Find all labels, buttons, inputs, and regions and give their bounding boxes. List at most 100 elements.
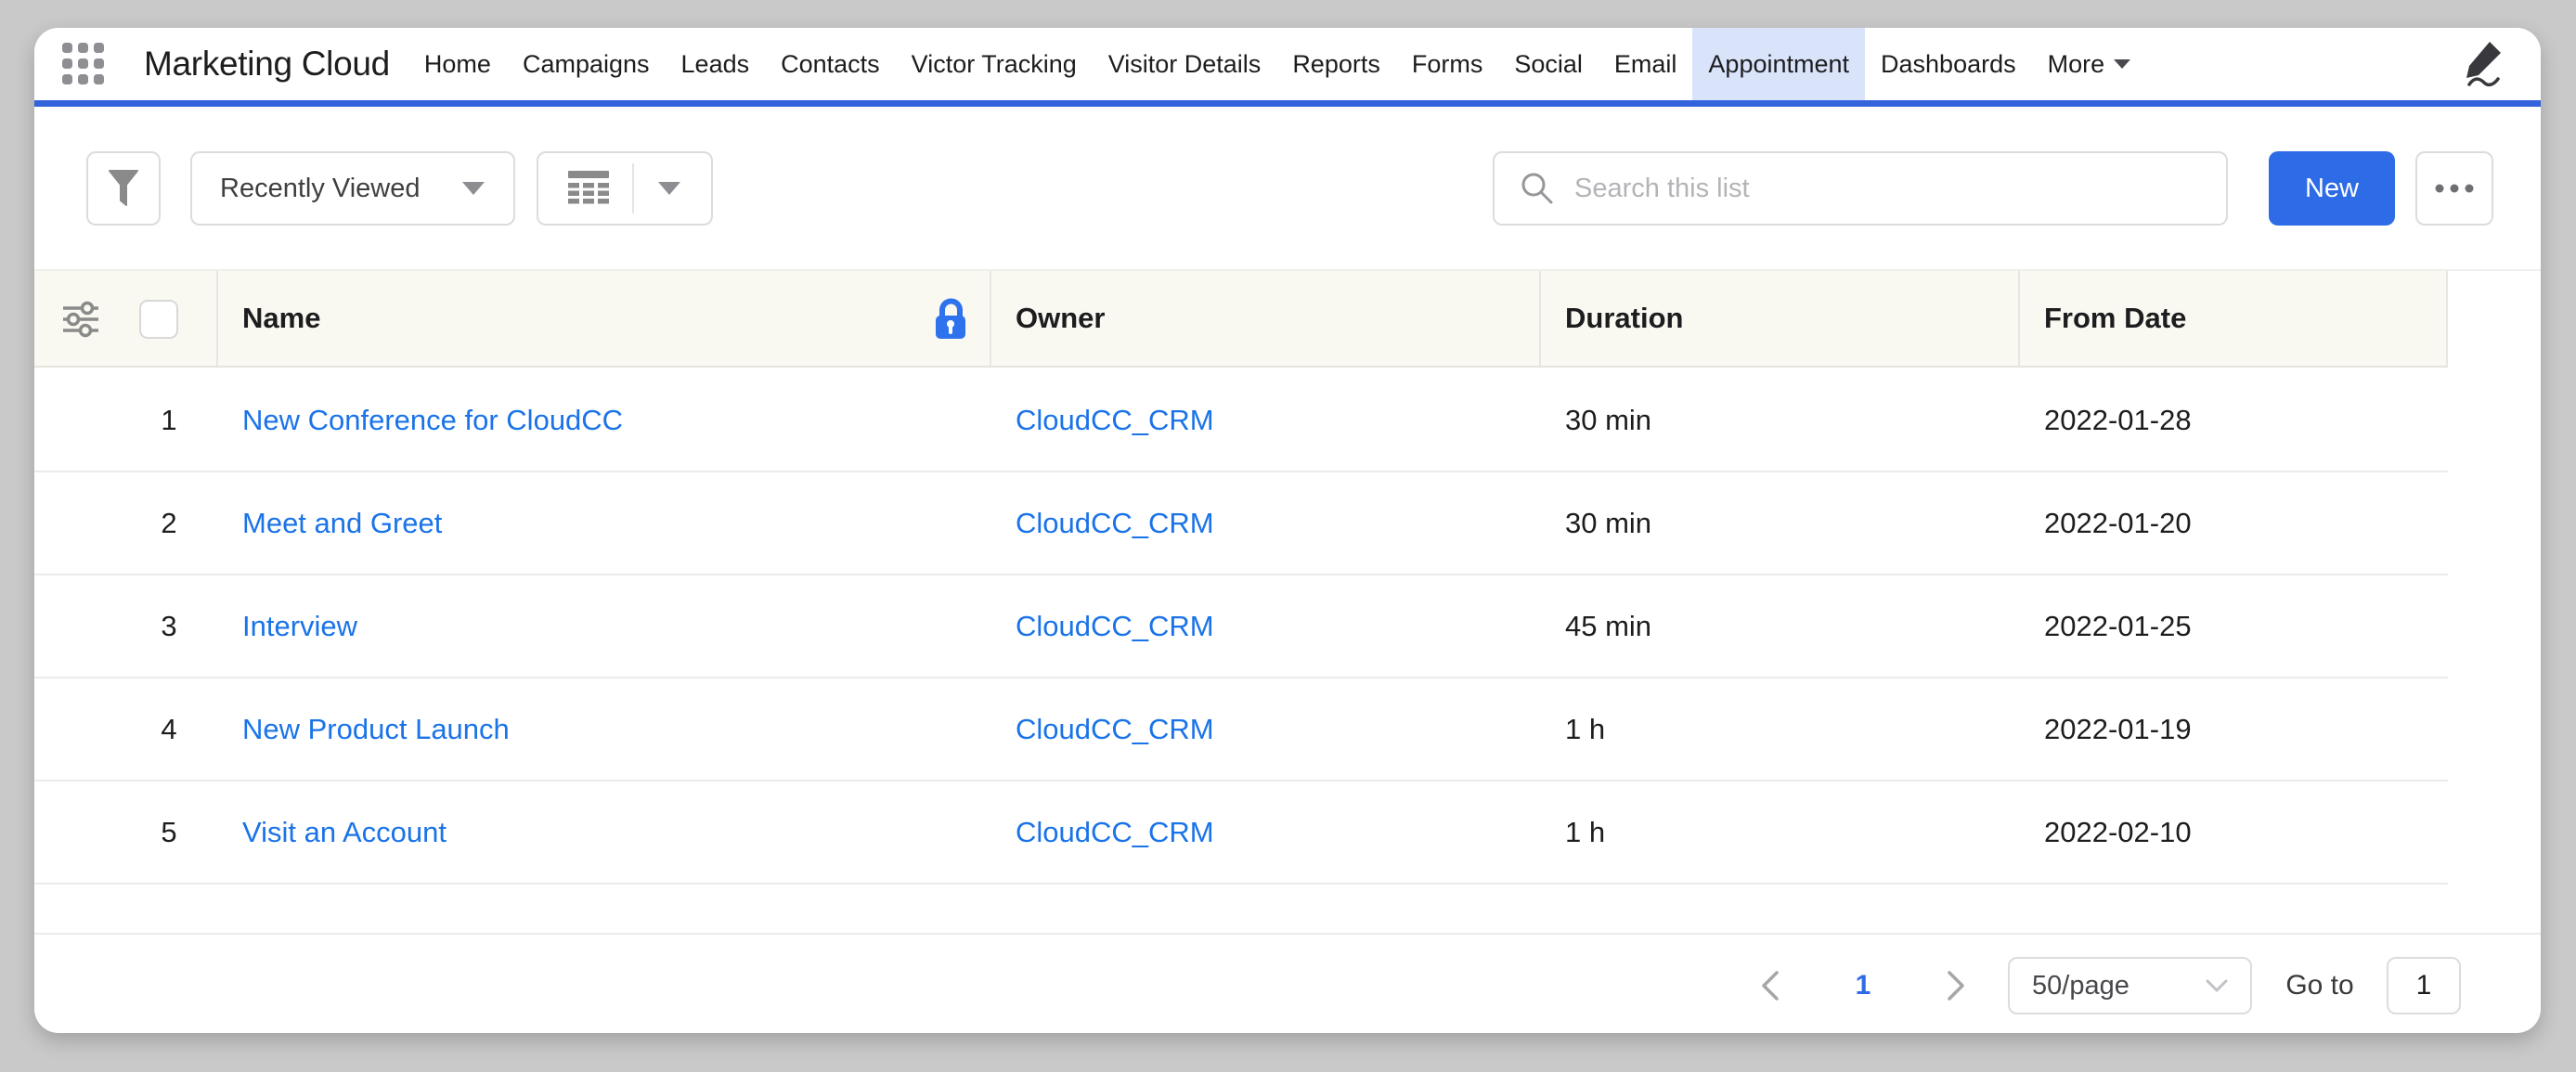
record-from-date: 2022-01-25: [2020, 575, 2448, 677]
record-duration: 30 min: [1541, 472, 2020, 574]
nav-item-reports[interactable]: Reports: [1276, 28, 1396, 100]
row-index: 4: [118, 678, 220, 780]
table-row: 4 New Product Launch CloudCC_CRM 1 h2022-01…: [34, 678, 2448, 781]
nav-item-victor-tracking[interactable]: Victor Tracking: [896, 28, 1093, 100]
new-button[interactable]: New: [2269, 151, 2395, 226]
table-row: 2 Meet and Greet CloudCC_CRM 30 min2022-01-…: [34, 472, 2448, 575]
record-owner-link[interactable]: CloudCC_CRM: [1016, 610, 1214, 643]
more-actions-button[interactable]: [2415, 151, 2493, 226]
chevron-down-icon: [461, 181, 485, 196]
app-title: Marketing Cloud: [144, 45, 390, 84]
chevron-down-icon: [2113, 58, 2131, 70]
record-owner-link[interactable]: CloudCC_CRM: [1016, 713, 1214, 746]
page-size-select[interactable]: 50/page: [2008, 957, 2252, 1014]
nav-item-dashboards[interactable]: Dashboards: [1865, 28, 2032, 100]
column-settings-icon[interactable]: [58, 297, 103, 342]
record-owner-link[interactable]: CloudCC_CRM: [1016, 404, 1214, 437]
record-owner-link[interactable]: CloudCC_CRM: [1016, 507, 1214, 540]
record-name-link[interactable]: New Product Launch: [242, 713, 510, 746]
column-label: Name: [242, 302, 320, 335]
record-owner[interactable]: CloudCC_CRM: [991, 472, 1541, 574]
column-header-owner[interactable]: Owner: [991, 271, 1541, 366]
main-nav: HomeCampaignsLeadsContactsVictor Trackin…: [408, 28, 2147, 100]
search-box: [1493, 151, 2228, 226]
column-header-name[interactable]: Name: [218, 271, 991, 366]
column-header-from-date[interactable]: From Date: [2020, 271, 2448, 366]
table-row: 5 Visit an Account CloudCC_CRM 1 h2022-02-1…: [34, 781, 2448, 885]
record-name[interactable]: Interview: [218, 575, 991, 677]
prev-page-chevron[interactable]: [1742, 958, 1798, 1014]
record-duration: 1 h: [1541, 781, 2020, 883]
page-size-caret-icon: [2206, 979, 2228, 993]
nav-item-appointment[interactable]: Appointment: [1692, 28, 1865, 100]
list-view-selector[interactable]: Recently Viewed: [190, 151, 515, 226]
row-index: 5: [118, 781, 220, 883]
nav-item-more[interactable]: More: [2032, 28, 2148, 100]
table-bottom-border: [34, 933, 2541, 935]
nav-item-forms[interactable]: Forms: [1396, 28, 1499, 100]
header-accent-bar: [34, 100, 2541, 107]
display-style-button[interactable]: [537, 151, 713, 226]
record-from-date: 2022-01-19: [2020, 678, 2448, 780]
record-name[interactable]: New Product Launch: [218, 678, 991, 780]
edit-pencil-icon[interactable]: [2461, 38, 2507, 90]
record-owner[interactable]: CloudCC_CRM: [991, 781, 1541, 883]
record-from-date: 2022-01-28: [2020, 369, 2448, 471]
lock-icon: [930, 294, 971, 342]
filter-button[interactable]: [86, 151, 161, 226]
column-label: Duration: [1565, 302, 1683, 335]
record-owner-link[interactable]: CloudCC_CRM: [1016, 816, 1214, 849]
column-label: From Date: [2044, 302, 2186, 335]
nav-item-campaigns[interactable]: Campaigns: [507, 28, 666, 100]
table-row: 1 New Conference for CloudCC CloudCC_CRM 30…: [34, 369, 2448, 472]
record-name[interactable]: New Conference for CloudCC: [218, 369, 991, 471]
column-header-duration[interactable]: Duration: [1541, 271, 2020, 366]
chevron-down-icon[interactable]: [657, 181, 681, 196]
nav-item-leads[interactable]: Leads: [666, 28, 766, 100]
list-view-label: Recently Viewed: [220, 174, 420, 204]
goto-page-input[interactable]: [2387, 957, 2461, 1014]
record-from-date: 2022-02-10: [2020, 781, 2448, 883]
select-all-checkbox[interactable]: [139, 300, 178, 339]
table-body: 1 New Conference for CloudCC CloudCC_CRM 30…: [34, 369, 2448, 885]
search-input[interactable]: [1556, 174, 2226, 204]
row-index: 3: [118, 575, 220, 677]
nav-item-social[interactable]: Social: [1498, 28, 1599, 100]
filter-funnel-icon: [107, 168, 140, 209]
app-header: Marketing Cloud HomeCampaignsLeadsContac…: [34, 28, 2541, 100]
page-size-label: 50/page: [2032, 971, 2129, 1001]
nav-item-email[interactable]: Email: [1599, 28, 1693, 100]
next-page-chevron[interactable]: [1928, 958, 1984, 1014]
goto-page-label: Go to: [2264, 958, 2375, 1014]
record-name[interactable]: Meet and Greet: [218, 472, 991, 574]
nav-item-contacts[interactable]: Contacts: [765, 28, 896, 100]
new-button-label: New: [2305, 174, 2359, 204]
record-name-link[interactable]: Meet and Greet: [242, 507, 442, 540]
record-owner[interactable]: CloudCC_CRM: [991, 369, 1541, 471]
app-launcher-icon[interactable]: [62, 43, 105, 85]
nav-item-home[interactable]: Home: [408, 28, 507, 100]
current-page-number[interactable]: 1: [1826, 958, 1900, 1014]
record-duration: 30 min: [1541, 369, 2020, 471]
record-name-link[interactable]: New Conference for CloudCC: [242, 404, 623, 437]
ellipsis-icon: [2434, 183, 2475, 194]
app-window: Marketing Cloud HomeCampaignsLeadsContac…: [34, 28, 2541, 1033]
record-owner[interactable]: CloudCC_CRM: [991, 678, 1541, 780]
table-row: 3 Interview CloudCC_CRM 45 min2022-01-25: [34, 575, 2448, 678]
record-duration: 1 h: [1541, 678, 2020, 780]
nav-item-visitor-details[interactable]: Visitor Details: [1093, 28, 1277, 100]
record-from-date: 2022-01-20: [2020, 472, 2448, 574]
record-duration: 45 min: [1541, 575, 2020, 677]
row-index: 2: [118, 472, 220, 574]
record-name-link[interactable]: Interview: [242, 610, 357, 643]
table-view-icon: [568, 171, 609, 206]
table-controls-cell: [34, 271, 218, 366]
column-label: Owner: [1016, 302, 1105, 335]
record-name[interactable]: Visit an Account: [218, 781, 991, 883]
record-name-link[interactable]: Visit an Account: [242, 816, 447, 849]
divider: [632, 163, 634, 213]
search-icon: [1519, 170, 1556, 207]
record-owner[interactable]: CloudCC_CRM: [991, 575, 1541, 677]
table-header-row: Name Owner Duration From Date: [34, 271, 2448, 368]
row-index: 1: [118, 369, 220, 471]
